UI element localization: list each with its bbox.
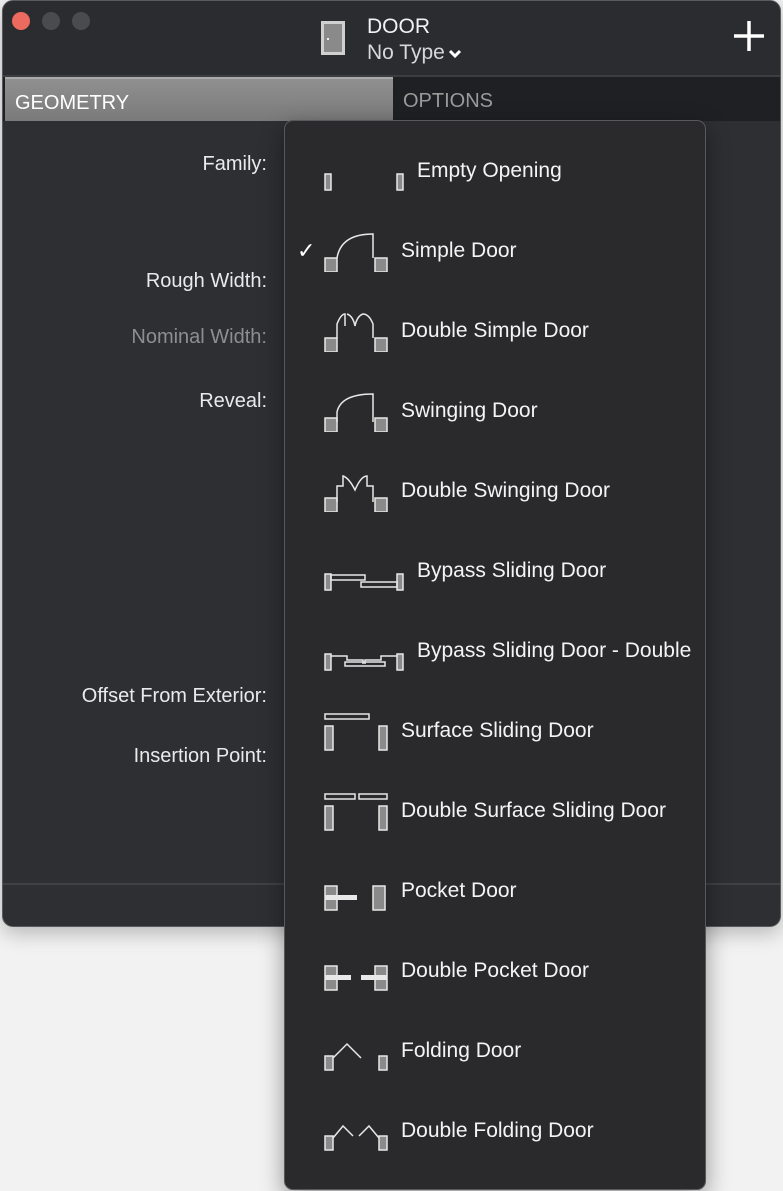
menu-item-label: Double Simple Door (401, 319, 589, 342)
swinging-door-icon (324, 393, 388, 432)
offset-from-exterior-label: Offset From Exterior: (81, 685, 267, 707)
tab-bar: GEOMETRY OPTIONS (3, 77, 780, 121)
menu-item-double-simple-door[interactable]: Double Simple Door (285, 292, 705, 372)
menu-item-label: Bypass Sliding Door - Double (417, 639, 692, 662)
menu-item-double-folding-door[interactable]: Double Folding Door (285, 1092, 705, 1172)
tab-options[interactable]: OPTIONS (393, 77, 780, 121)
minimize-button[interactable] (42, 12, 60, 30)
double-pocket-door-icon (324, 965, 388, 991)
menu-item-label: Swinging Door (401, 399, 538, 422)
type-selector-label: No Type (367, 41, 445, 64)
menu-item-double-pocket-door[interactable]: Double Pocket Door (285, 932, 705, 1012)
menu-item-label: Double Surface Sliding Door (401, 799, 666, 822)
checkmark-icon: ✓ (297, 238, 316, 263)
menu-item-label: Double Folding Door (401, 1119, 594, 1142)
menu-item-label: Empty Opening (417, 159, 562, 182)
menu-item-bypass-sliding-door-double[interactable]: Bypass Sliding Door - Double (285, 612, 705, 692)
close-button[interactable] (12, 12, 30, 30)
menu-item-empty-opening[interactable]: Empty Opening (285, 132, 705, 212)
menu-item-folding-door[interactable]: Folding Door (285, 1012, 705, 1092)
menu-item-label: Double Pocket Door (401, 959, 589, 982)
menu-item-double-surface-sliding-door[interactable]: Double Surface Sliding Door (285, 772, 705, 852)
double-swinging-door-icon (324, 474, 388, 512)
tab-geometry[interactable]: GEOMETRY (5, 77, 393, 121)
insertion-point-label: Insertion Point: (133, 745, 267, 767)
menu-item-swinging-door[interactable]: Swinging Door (285, 372, 705, 452)
title-bar: DOOR No Type (3, 1, 780, 77)
bypass-sliding-door-icon (324, 573, 404, 591)
bypass-sliding-door-double-icon (324, 653, 404, 671)
zoom-button[interactable] (72, 12, 90, 30)
type-selector[interactable]: No Type (367, 41, 462, 65)
family-label: Family: (202, 153, 267, 175)
menu-item-double-swinging-door[interactable]: Double Swinging Door (285, 452, 705, 532)
double-surface-sliding-door-icon (324, 793, 388, 831)
family-dropdown-menu: Empty Opening ✓ Simple Door Double Simple D… (284, 120, 706, 1190)
reveal-label: Reveal: (199, 390, 267, 412)
menu-item-label: Pocket Door (401, 879, 517, 902)
menu-item-label: Double Swinging Door (401, 479, 610, 502)
double-folding-door-icon (324, 1124, 388, 1151)
window-title: DOOR (367, 15, 430, 38)
menu-item-pocket-door[interactable]: Pocket Door (285, 852, 705, 932)
double-simple-door-icon (324, 313, 388, 352)
rough-width-label: Rough Width: (145, 270, 267, 292)
nominal-width-label: Nominal Width: (131, 326, 267, 348)
menu-item-label: Folding Door (401, 1039, 522, 1062)
pocket-door-icon (324, 885, 386, 911)
surface-sliding-door-icon (324, 713, 388, 751)
chevron-down-icon (448, 49, 461, 59)
menu-item-label: Simple Door (401, 239, 517, 262)
folding-door-icon (324, 1042, 388, 1071)
door-icon (321, 21, 345, 55)
menu-item-label: Bypass Sliding Door (417, 559, 607, 582)
menu-item-simple-door[interactable]: ✓ Simple Door (285, 212, 705, 292)
menu-item-bypass-sliding-door[interactable]: Bypass Sliding Door (285, 532, 705, 612)
empty-opening-icon (324, 173, 404, 191)
menu-item-label: Surface Sliding Door (401, 719, 594, 742)
simple-door-icon (324, 233, 388, 272)
plus-icon[interactable] (732, 19, 766, 53)
menu-item-surface-sliding-door[interactable]: Surface Sliding Door (285, 692, 705, 772)
